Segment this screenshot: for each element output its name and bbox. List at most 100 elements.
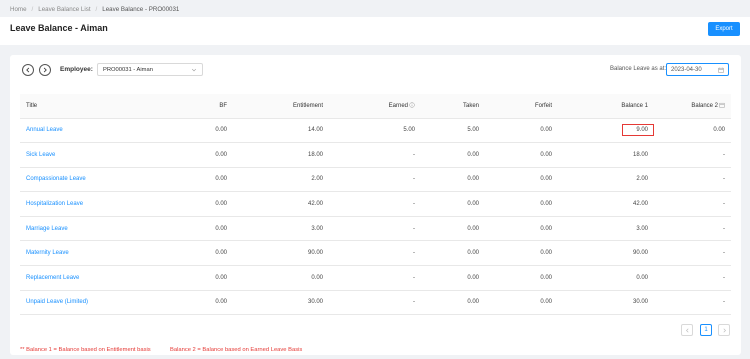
cell-balance-1: 90.00 <box>558 240 654 267</box>
breadcrumb-home[interactable]: Home <box>10 6 27 13</box>
pagination-page-1[interactable]: 1 <box>700 324 712 336</box>
cell-balance-1: 0.00 <box>558 265 654 291</box>
cell-entitlement: 2.00 <box>233 167 329 193</box>
cell-bf: 0.00 <box>153 265 233 291</box>
leave-type-link[interactable]: Annual Leave <box>20 118 153 144</box>
leave-type-link[interactable]: Sick Leave <box>20 142 153 168</box>
cell-taken: 0.00 <box>421 265 485 291</box>
cell-balance-1: 3.00 <box>558 216 654 242</box>
employee-label: Employee: <box>60 66 93 73</box>
leave-type-link[interactable]: Maternity Leave <box>20 240 153 267</box>
info-icon[interactable] <box>409 102 415 108</box>
cell-entitlement: 3.00 <box>233 216 329 242</box>
balance-date-input[interactable]: 2023-04-30 <box>666 63 729 76</box>
cell-earned: - <box>329 290 421 316</box>
export-button[interactable]: Export <box>708 22 740 36</box>
cell-taken: 5.00 <box>421 118 485 144</box>
pagination-prev-button[interactable] <box>681 324 693 336</box>
cell-taken: 0.00 <box>421 191 485 217</box>
cell-balance-1: 9.00 <box>558 118 654 144</box>
cell-balance-1: 30.00 <box>558 290 654 316</box>
previous-employee-button[interactable] <box>22 64 34 76</box>
cell-taken: 0.00 <box>421 290 485 316</box>
balance-1-note: ** Balance 1 = Balance based on Entitlem… <box>20 347 151 353</box>
cell-entitlement: 90.00 <box>233 240 329 267</box>
cell-bf: 0.00 <box>153 118 233 144</box>
cell-balance-2: - <box>654 142 731 168</box>
cell-balance-1: 42.00 <box>558 191 654 217</box>
chevron-left-icon <box>26 67 30 73</box>
table-row: Replacement Leave 0.00 0.00 - 0.00 0.00 … <box>20 265 731 291</box>
pagination-next-button[interactable] <box>718 324 730 336</box>
column-header-bf[interactable]: BF <box>153 94 233 119</box>
column-header-balance-2-label: Balance 2 <box>691 103 718 110</box>
cell-balance-2: - <box>654 191 731 217</box>
breadcrumb-leave-balance-list[interactable]: Leave Balance List <box>38 6 90 13</box>
table-row: Sick Leave 0.00 18.00 - 0.00 0.00 18.00 … <box>20 142 731 168</box>
cell-bf: 0.00 <box>153 142 233 168</box>
cell-bf: 0.00 <box>153 290 233 316</box>
chevron-down-icon <box>191 68 197 71</box>
cell-balance-2: 0.00 <box>654 118 731 144</box>
column-header-balance-1[interactable]: Balance 1 <box>558 94 654 119</box>
page-title: Leave Balance - Aiman <box>10 23 108 33</box>
leave-type-link[interactable]: Compassionate Leave <box>20 167 153 193</box>
cell-forfeit: 0.00 <box>485 142 558 168</box>
cell-earned: - <box>329 240 421 267</box>
cell-balance-2: - <box>654 240 731 267</box>
chevron-right-icon <box>43 67 47 73</box>
cell-entitlement: 42.00 <box>233 191 329 217</box>
cell-earned: - <box>329 167 421 193</box>
breadcrumb-current: Leave Balance - PRO00031 <box>102 6 180 13</box>
cell-balance-1: 2.00 <box>558 167 654 193</box>
balance-date-value: 2023-04-30 <box>671 66 702 73</box>
table-row: Maternity Leave 0.00 90.00 - 0.00 0.00 9… <box>20 240 731 267</box>
cell-bf: 0.00 <box>153 167 233 193</box>
cell-entitlement: 14.00 <box>233 118 329 144</box>
cell-balance-2: - <box>654 265 731 291</box>
cell-earned: - <box>329 265 421 291</box>
leave-type-link[interactable]: Replacement Leave <box>20 265 153 291</box>
column-header-earned[interactable]: Earned <box>329 94 421 119</box>
cell-taken: 0.00 <box>421 216 485 242</box>
balance-as-at-label: Balance Leave as at: <box>610 66 667 72</box>
table-header-row: Title BF Entitlement Earned Taken Forfei… <box>20 94 731 119</box>
column-header-entitlement[interactable]: Entitlement <box>233 94 329 119</box>
calendar-icon <box>718 67 724 73</box>
table-row: Unpaid Leave (Limited) 0.00 30.00 - 0.00… <box>20 290 731 316</box>
cell-earned: - <box>329 216 421 242</box>
employee-select-value: PRO00031 - Aiman <box>103 66 153 73</box>
column-header-earned-label: Earned <box>388 103 408 110</box>
table-row: Marriage Leave 0.00 3.00 - 0.00 0.00 3.0… <box>20 216 731 242</box>
column-header-taken[interactable]: Taken <box>421 94 485 119</box>
leave-type-link[interactable]: Hospitalization Leave <box>20 191 153 217</box>
balance-2-note: Balance 2 = Balance based on Earned Leav… <box>170 347 303 353</box>
column-header-forfeit[interactable]: Forfeit <box>485 94 558 119</box>
chevron-left-icon <box>685 328 688 332</box>
cell-entitlement: 18.00 <box>233 142 329 168</box>
next-employee-button[interactable] <box>39 64 51 76</box>
column-header-title[interactable]: Title <box>20 94 153 119</box>
cell-bf: 0.00 <box>153 240 233 267</box>
table-row: Annual Leave 0.00 14.00 5.00 5.00 0.00 9… <box>20 118 731 144</box>
leave-type-link[interactable]: Unpaid Leave (Limited) <box>20 290 153 316</box>
breadcrumb-separator: / <box>95 6 98 13</box>
breadcrumb: Home / Leave Balance List / Leave Balanc… <box>10 6 179 13</box>
chevron-right-icon <box>723 328 726 332</box>
column-header-balance-2[interactable]: Balance 2 <box>654 94 731 119</box>
cell-entitlement: 30.00 <box>233 290 329 316</box>
employee-select[interactable]: PRO00031 - Aiman <box>97 63 203 76</box>
cell-forfeit: 0.00 <box>485 118 558 144</box>
leave-balance-table: Title BF Entitlement Earned Taken Forfei… <box>20 94 731 316</box>
page-header <box>0 17 750 45</box>
cell-bf: 0.00 <box>153 191 233 217</box>
cell-forfeit: 0.00 <box>485 240 558 267</box>
table-row: Hospitalization Leave 0.00 42.00 - 0.00 … <box>20 191 731 217</box>
cell-forfeit: 0.00 <box>485 290 558 316</box>
breadcrumb-separator: / <box>31 6 34 13</box>
cell-earned: 5.00 <box>329 118 421 144</box>
cell-forfeit: 0.00 <box>485 216 558 242</box>
calendar-info-icon[interactable] <box>719 102 725 108</box>
leave-type-link[interactable]: Marriage Leave <box>20 216 153 242</box>
cell-balance-2: - <box>654 167 731 193</box>
